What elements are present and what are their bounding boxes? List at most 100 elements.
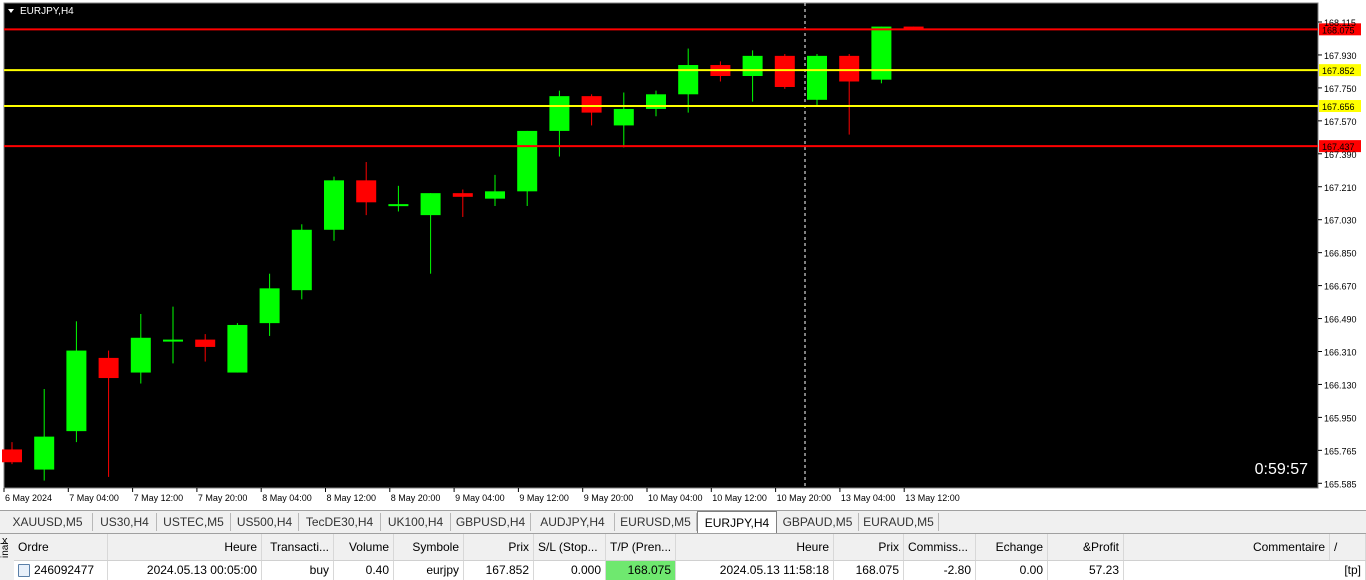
orders-column-header[interactable]: Prix bbox=[834, 534, 904, 560]
orders-cell-text: eurjpy bbox=[426, 563, 459, 577]
orders-column-header[interactable]: Symbole bbox=[394, 534, 464, 560]
candle-body bbox=[903, 26, 924, 29]
price-scale-label: 167.930 bbox=[1324, 51, 1357, 61]
orders-cell: eurjpy bbox=[394, 561, 464, 580]
orders-cell-text: 2024.05.13 11:58:18 bbox=[719, 563, 829, 577]
orders-cell: 246092477 bbox=[14, 561, 108, 580]
orders-column-header[interactable]: T/P (Pren... bbox=[606, 534, 676, 560]
orders-cell: 0.00 bbox=[976, 561, 1048, 580]
orders-column-header[interactable]: Commiss... bbox=[904, 534, 976, 560]
orders-column-header[interactable]: Heure bbox=[676, 534, 834, 560]
orders-cell: 167.852 bbox=[464, 561, 534, 580]
time-axis-label: 9 May 12:00 bbox=[519, 493, 569, 503]
orders-column-header[interactable]: / bbox=[1330, 534, 1366, 560]
time-axis-label: 7 May 04:00 bbox=[69, 493, 119, 503]
orders-cell-text: 168.075 bbox=[855, 563, 899, 577]
price-scale-label: 167.570 bbox=[1324, 117, 1357, 127]
order-ticket-icon bbox=[18, 564, 30, 578]
chart-tab[interactable]: AUDJPY,H4 bbox=[531, 513, 615, 531]
price-scale-label: 166.490 bbox=[1324, 315, 1357, 325]
orders-panel: x inal Ordre Heure Transacti... Volume Symbo… bbox=[0, 533, 1366, 580]
orders-cell: 168.075 bbox=[606, 561, 676, 580]
candle-body bbox=[130, 337, 151, 373]
chart-tab[interactable]: GBPUSD,H4 bbox=[451, 513, 531, 531]
price-scale-label: 166.130 bbox=[1324, 380, 1357, 390]
chart-tab[interactable]: EURUSD,M5 bbox=[615, 513, 697, 531]
price-chart[interactable]: EURJPY,H4168.075167.852167.656167.437168… bbox=[0, 0, 1366, 510]
orders-column-header[interactable]: Volume bbox=[334, 534, 394, 560]
bar-countdown: 0:59:57 bbox=[1255, 461, 1308, 478]
price-scale-label: 165.585 bbox=[1324, 479, 1357, 489]
orders-column-header[interactable]: Echange bbox=[976, 534, 1048, 560]
chart-tab[interactable]: US30,H4 bbox=[93, 513, 157, 531]
candle-body bbox=[549, 96, 570, 131]
chart-tab[interactable]: GBPAUD,M5 bbox=[777, 513, 859, 531]
candle-body bbox=[452, 193, 473, 197]
time-axis-label: 8 May 04:00 bbox=[262, 493, 312, 503]
chart-tab[interactable]: UK100,H4 bbox=[381, 513, 451, 531]
chart-plot-area bbox=[3, 2, 1319, 489]
chart-tab-bar: XAUUSD,M5 US30,H4 USTEC,M5 US500,H4 TecDE30,… bbox=[0, 510, 1366, 533]
orders-cell: 168.075 bbox=[834, 561, 904, 580]
chart-tab[interactable]: TecDE30,H4 bbox=[299, 513, 381, 531]
orders-cell-text: 57.23 bbox=[1088, 563, 1119, 577]
orders-column-header[interactable]: &Profit bbox=[1048, 534, 1124, 560]
candle-body bbox=[163, 339, 183, 342]
price-scale-label: 165.950 bbox=[1324, 413, 1357, 423]
orders-column-header[interactable]: S/L (Stop... bbox=[534, 534, 606, 560]
orders-column-header[interactable]: Heure bbox=[108, 534, 262, 560]
chart-window[interactable]: EURJPY,H4 168.075 167.852 167.656 167.437 168… bbox=[0, 0, 1366, 510]
orders-cell: 2024.05.13 11:58:18 bbox=[676, 561, 834, 580]
price-scale-label: 166.670 bbox=[1324, 282, 1357, 292]
candle-body bbox=[839, 55, 860, 82]
time-axis-label: 13 May 12:00 bbox=[905, 493, 960, 503]
orders-cell-text: [tp] bbox=[1344, 563, 1361, 577]
price-scale-label: 167.210 bbox=[1324, 183, 1357, 193]
price-scale-label: 167.750 bbox=[1324, 84, 1357, 94]
time-axis-label: 9 May 20:00 bbox=[584, 493, 634, 503]
chart-tab[interactable]: XAUUSD,M5 bbox=[3, 513, 93, 531]
orders-column-header[interactable]: Commentaire bbox=[1124, 534, 1330, 560]
terminal-side-bar: x inal bbox=[0, 534, 15, 580]
orders-cell-text: 2024.05.13 00:05:00 bbox=[146, 563, 257, 577]
candle-body bbox=[259, 288, 280, 324]
orders-data-row[interactable]: 246092477 2024.05.13 00:05:00 buy 0.40 eurjp… bbox=[14, 561, 1366, 580]
orders-cell: buy bbox=[262, 561, 334, 580]
candle-body bbox=[227, 324, 248, 373]
candle-body bbox=[613, 108, 634, 126]
orders-header-row: Ordre Heure Transacti... Volume Symbole Prix S… bbox=[14, 534, 1366, 561]
orders-column-header[interactable]: Ordre bbox=[14, 534, 108, 560]
candle bbox=[774, 54, 795, 89]
time-axis-label: 13 May 04:00 bbox=[841, 493, 896, 503]
candle-body bbox=[388, 204, 409, 207]
time-axis-label: 7 May 20:00 bbox=[198, 493, 248, 503]
chart-tab[interactable]: USTEC,M5 bbox=[157, 513, 231, 531]
candle-body bbox=[871, 26, 892, 80]
orders-column-header[interactable]: Transacti... bbox=[262, 534, 334, 560]
candle bbox=[807, 54, 827, 106]
chart-tab[interactable]: EURJPY,H4 bbox=[697, 511, 777, 533]
candle-body bbox=[66, 350, 87, 432]
orders-cell: 0.000 bbox=[534, 561, 606, 580]
price-scale-label: 165.765 bbox=[1324, 446, 1357, 456]
orders-cell-text: 0.40 bbox=[365, 563, 389, 577]
time-axis-label: 10 May 20:00 bbox=[777, 493, 832, 503]
candle-body bbox=[581, 96, 602, 113]
chart-tab[interactable]: US500,H4 bbox=[231, 513, 299, 531]
candle-body bbox=[774, 55, 795, 87]
level-price-label: 167.656 bbox=[1322, 102, 1355, 112]
time-axis-label: 7 May 12:00 bbox=[134, 493, 184, 503]
orders-column-header[interactable]: Prix bbox=[464, 534, 534, 560]
orders-cell-text: 246092477 bbox=[34, 563, 95, 577]
chart-tab[interactable]: EURAUD,M5 bbox=[859, 513, 939, 531]
orders-cell: [tp] bbox=[1124, 561, 1366, 580]
candle-body bbox=[324, 180, 344, 230]
candle-body bbox=[420, 193, 441, 216]
candle-body bbox=[742, 55, 763, 77]
candle-body bbox=[195, 339, 216, 347]
candle bbox=[871, 26, 892, 84]
time-axis-label: 10 May 04:00 bbox=[648, 493, 703, 503]
price-scale-label: 167.390 bbox=[1324, 150, 1357, 160]
time-axis-label: 6 May 2024 bbox=[5, 493, 52, 503]
orders-cell: 0.40 bbox=[334, 561, 394, 580]
